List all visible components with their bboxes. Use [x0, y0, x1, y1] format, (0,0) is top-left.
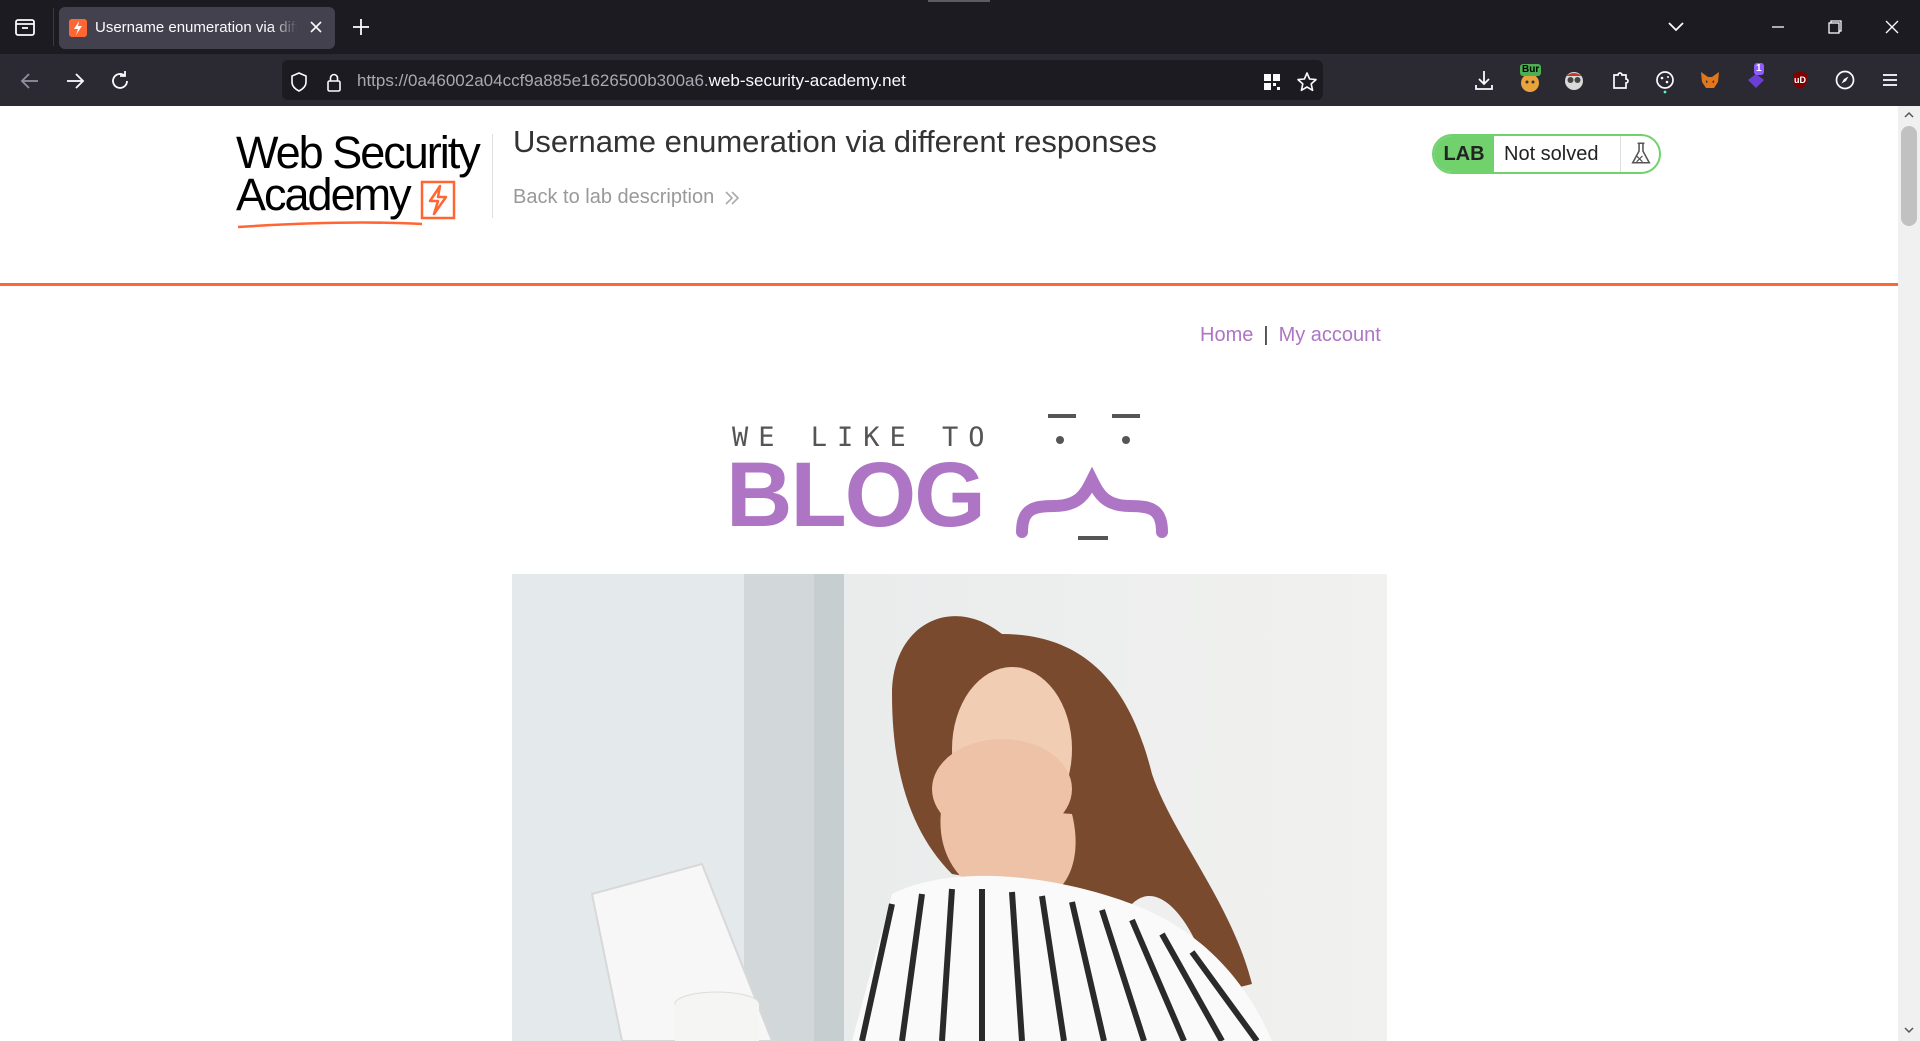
burp-badge: Bur: [1520, 64, 1542, 76]
nav-toolbar: https://0a46002a04ccf9a885e1626500b300a6…: [0, 54, 1920, 106]
url-prefix: https://0a46002a04ccf9a885e1626500b300a6…: [357, 71, 709, 90]
header-rule: [0, 283, 1898, 286]
drag-handle[interactable]: [928, 0, 990, 2]
blog-post-image[interactable]: [512, 574, 1387, 1041]
scroll-up-icon[interactable]: [1903, 109, 1915, 121]
notification-count-badge: 1: [1754, 63, 1764, 75]
close-window-icon[interactable]: [1879, 14, 1905, 40]
back-to-lab-description-link[interactable]: Back to lab description: [513, 186, 714, 209]
blog-wordmark: BLOG: [726, 444, 984, 546]
my-account-link[interactable]: My account: [1279, 324, 1381, 346]
blog-logo: WE LIKE TO BLOG: [726, 414, 1168, 546]
hamburger-menu-icon[interactable]: [1876, 66, 1904, 94]
bookmark-star-icon[interactable]: [1295, 70, 1319, 94]
tab-list-icon[interactable]: [12, 14, 38, 40]
blog-face-icon: [1016, 414, 1168, 540]
reload-icon[interactable]: [106, 67, 134, 95]
page-content: Web Security Academy Username enumeratio…: [0, 106, 1898, 1041]
scrollbar-thumb[interactable]: [1901, 126, 1917, 226]
lightning-bolt-icon: [420, 180, 456, 220]
academy-logo[interactable]: Web Security Academy: [236, 130, 491, 232]
metamask-fox-icon[interactable]: [1696, 66, 1724, 94]
tab-title: Username enumeration via different respo…: [95, 19, 297, 36]
address-bar[interactable]: https://0a46002a04ccf9a885e1626500b300a6…: [282, 60, 1323, 100]
chevron-down-icon[interactable]: [1664, 16, 1688, 38]
minimize-icon[interactable]: [1765, 14, 1791, 40]
downloads-icon[interactable]: [1470, 66, 1498, 94]
forward-arrow-icon[interactable]: [61, 67, 89, 95]
extensions-puzzle-icon[interactable]: [1606, 66, 1634, 94]
cookie-icon[interactable]: [1651, 66, 1679, 94]
spy-extension-icon[interactable]: [1560, 66, 1588, 94]
logo-line-academy: Academy: [236, 169, 412, 220]
url-domain: web-security-academy.net: [708, 71, 906, 90]
tracking-shield-icon[interactable]: [288, 71, 310, 93]
restore-icon[interactable]: [1822, 14, 1848, 40]
lab-badge: LAB: [1434, 136, 1494, 172]
header-divider: [492, 134, 493, 218]
nav-separator: |: [1263, 324, 1269, 346]
qr-code-icon[interactable]: [1261, 71, 1283, 93]
tab-strip-divider: [53, 8, 54, 46]
lock-icon[interactable]: [324, 71, 344, 93]
ublock-icon[interactable]: uD: [1786, 66, 1814, 94]
scroll-down-icon[interactable]: [1903, 1024, 1915, 1036]
logo-underline-icon: [237, 221, 423, 229]
url-text[interactable]: https://0a46002a04ccf9a885e1626500b300a6…: [357, 71, 906, 91]
double-chevron-right-icon[interactable]: [722, 188, 742, 208]
home-link[interactable]: Home: [1200, 324, 1253, 346]
back-arrow-icon[interactable]: [16, 67, 44, 95]
shocked-woman-photo: [512, 574, 1387, 1041]
lab-title: Username enumeration via different respo…: [513, 124, 1157, 159]
lab-status-widget: LAB Not solved: [1432, 134, 1661, 174]
burp-extension-icon[interactable]: Bur: [1516, 64, 1544, 94]
flask-icon: [1620, 136, 1651, 172]
lab-status-text: Not solved: [1504, 143, 1599, 165]
tab-strip: Username enumeration via different respo…: [0, 0, 1920, 54]
compass-icon[interactable]: [1831, 66, 1859, 94]
active-tab[interactable]: Username enumeration via different respo…: [59, 7, 335, 49]
page-scrollbar[interactable]: [1898, 106, 1920, 1041]
notification-extension-icon[interactable]: 1: [1742, 63, 1770, 94]
tab-favicon-icon: [69, 19, 87, 37]
ublock-label: uD: [1794, 75, 1806, 85]
browser-window: Username enumeration via different respo…: [0, 0, 1920, 1041]
close-tab-icon[interactable]: [305, 16, 327, 38]
blog-nav: Home | My account: [1200, 324, 1381, 347]
new-tab-icon[interactable]: [348, 14, 374, 40]
